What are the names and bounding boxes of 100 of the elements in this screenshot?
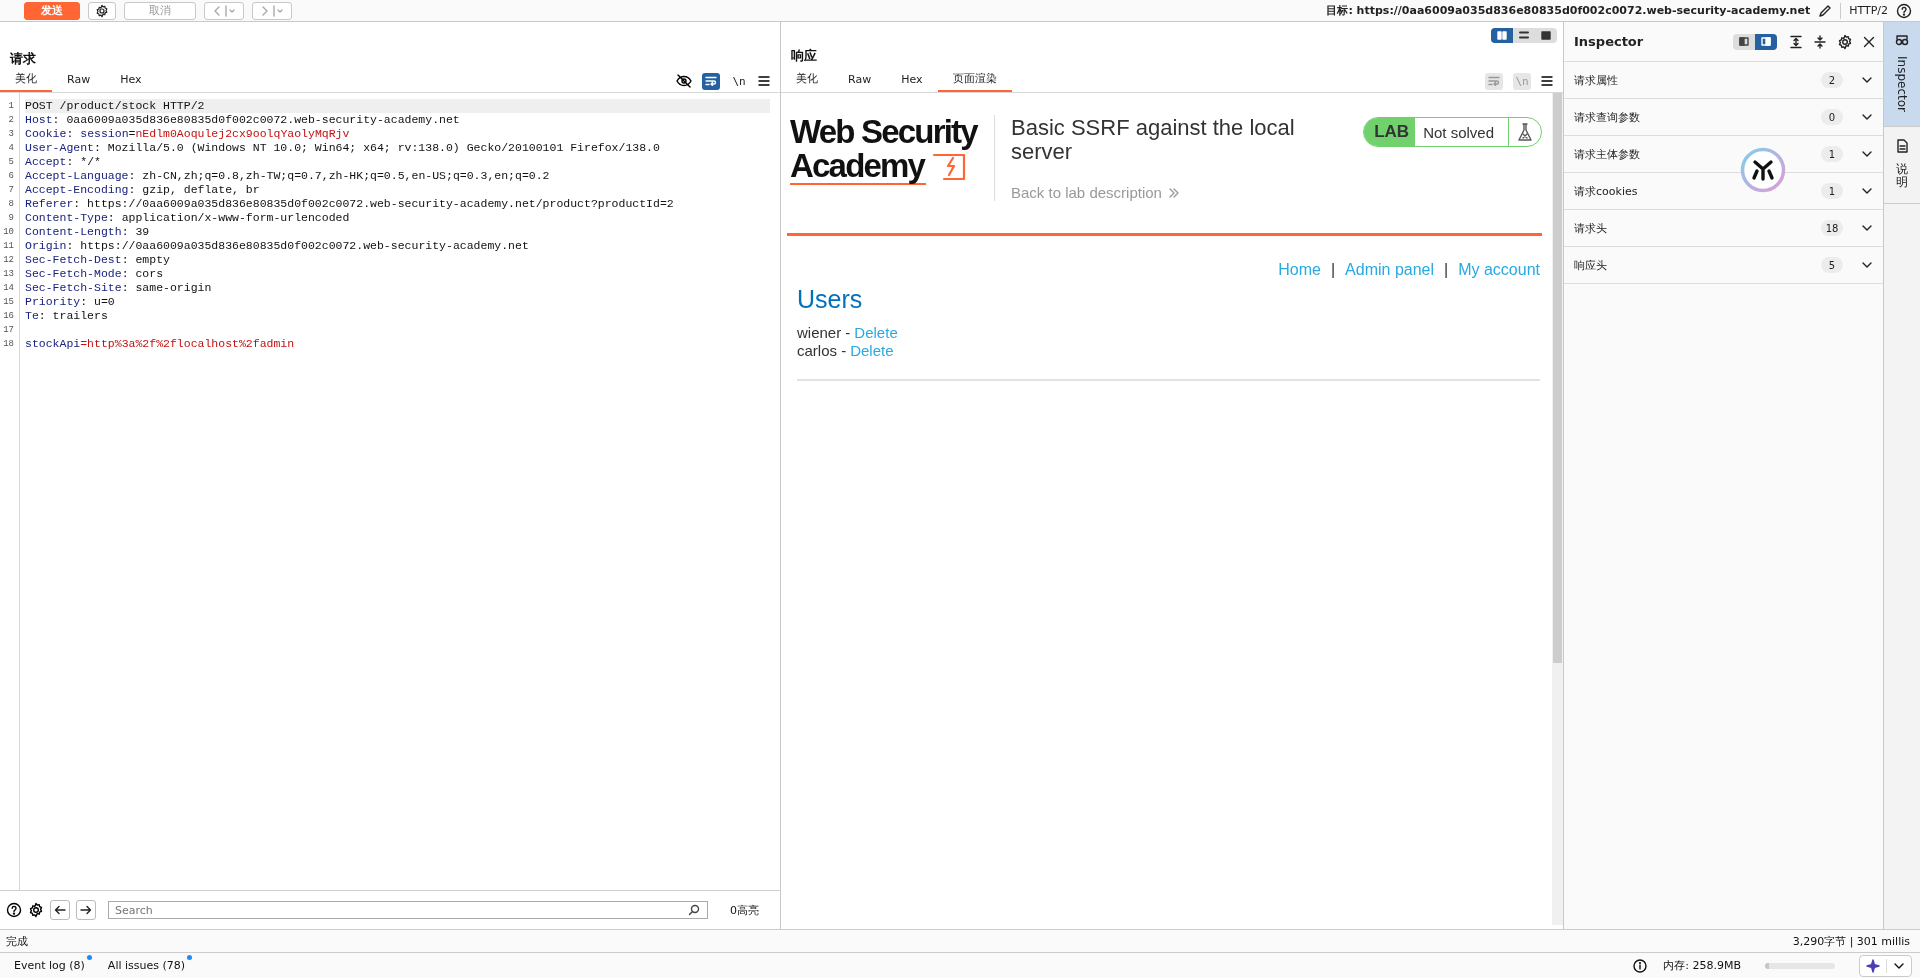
scrollbar[interactable]	[1552, 93, 1563, 925]
line-number: 18	[2, 338, 15, 351]
code-line: Sec-Fetch-Site: same-origin	[25, 281, 213, 295]
layout-toggle[interactable]	[1491, 28, 1513, 43]
section-label: 请求cookies	[1574, 183, 1639, 199]
bottom-tab[interactable]: All issues (78)	[107, 959, 186, 972]
previous-button[interactable]	[50, 900, 70, 920]
pencil-icon[interactable]	[1818, 3, 1833, 18]
tab[interactable]: 美化	[0, 71, 52, 92]
eye-off-icon[interactable]	[676, 74, 692, 88]
section-label: 请求头	[1574, 220, 1608, 236]
line-number: 9	[7, 212, 15, 225]
section-label: 请求属性	[1574, 72, 1619, 88]
count-badge: 5	[1821, 257, 1843, 273]
side-tab[interactable]: 说明	[1884, 127, 1920, 205]
panel-right-icon	[1761, 37, 1771, 46]
count-badge: 2	[1821, 72, 1843, 88]
close-icon[interactable]	[1863, 35, 1875, 48]
user-name: wiener -	[797, 324, 851, 342]
code-line: Host: 0aa6009a035d836e80835d0f002c0072.web-security-academy.net	[25, 113, 461, 127]
count-badge: 1	[1821, 146, 1843, 162]
search-field[interactable]: Search	[108, 901, 708, 919]
code-line: Cookie: session=nEdlm0Aoqulej2cx9oolqYaolyMqRjv	[25, 127, 351, 141]
code-line: Accept-Encoding: gzip, deflate, br	[25, 183, 261, 197]
view-toggle[interactable]	[1755, 33, 1777, 50]
settings-icon[interactable]	[1837, 33, 1853, 50]
panel-left-icon	[1739, 37, 1749, 46]
tab[interactable]: 页面渲染	[937, 71, 1012, 92]
code-line: Accept: */*	[25, 155, 102, 169]
inspector-section[interactable]: 请求查询参数 0	[1564, 99, 1883, 136]
wrap-button[interactable]	[702, 72, 720, 90]
code-line: Te: trailers	[25, 309, 109, 323]
arrow-right-icon	[80, 904, 92, 916]
lab-title: Basic SSRF against the local server	[1011, 116, 1296, 164]
code-line: Priority: u=0	[25, 295, 116, 309]
code-line: Referer: https://0aa6009a035d836e80835d0f002c0072.web-security-academy.net/product?productId=2	[25, 197, 675, 211]
line-number: 16	[2, 310, 15, 323]
panel-title: 响应	[791, 47, 817, 65]
lightning-box-icon	[932, 151, 967, 181]
section-label: 请求查询参数	[1574, 109, 1641, 125]
collapse-all-icon[interactable]	[1813, 34, 1827, 49]
inspector-section[interactable]: 请求属性 2	[1564, 62, 1883, 99]
target-url: 目标: https://0aa6009a035d836e80835d0f002c0072.web-security-academy.net	[1326, 3, 1811, 18]
rows-icon	[1519, 31, 1529, 40]
menu-icon[interactable]	[758, 76, 770, 86]
code-line: Content-Type: application/x-www-form-urlencoded	[25, 211, 351, 225]
count-badge: 18	[1821, 220, 1843, 236]
ai-button[interactable]	[1859, 954, 1912, 977]
line-number: 1	[7, 100, 15, 113]
protocol-label: HTTP/2	[1849, 4, 1888, 17]
line-number: 15	[2, 296, 15, 309]
inspector-section[interactable]: 请求头 18	[1564, 210, 1883, 247]
line-number: 13	[2, 268, 15, 281]
logo-text: Academy	[790, 149, 927, 185]
settings-button[interactable]	[88, 1, 116, 20]
menu-icon[interactable]	[1541, 76, 1553, 86]
lab-status: Not solved	[1415, 118, 1509, 146]
line-number: 7	[7, 184, 15, 197]
nav-separator: |	[1444, 261, 1449, 279]
tab[interactable]: Hex	[886, 73, 938, 92]
inspector-section[interactable]: 响应头 5	[1564, 247, 1883, 284]
arrow-left-icon	[54, 904, 66, 916]
code-line: Content-Length: 39	[25, 225, 151, 239]
section-label: 响应头	[1574, 257, 1608, 273]
help-icon[interactable]	[1896, 2, 1912, 19]
memory-usage: 内存: 258.9MB	[1663, 958, 1741, 973]
line-number: 4	[7, 142, 15, 155]
lab-label: LAB	[1364, 118, 1416, 146]
tab[interactable]: Raw	[52, 73, 106, 92]
flask-icon	[1517, 122, 1533, 142]
line-number: 2	[7, 114, 15, 127]
expand-all-icon[interactable]	[1789, 34, 1803, 49]
help-icon[interactable]	[6, 902, 22, 918]
line-number: 11	[2, 240, 15, 253]
count-badge: 0	[1821, 109, 1843, 125]
code-line: Sec-Fetch-Mode: cors	[25, 267, 165, 281]
line-number: 8	[7, 198, 15, 211]
tab[interactable]: Raw	[833, 73, 887, 92]
tab[interactable]: Hex	[105, 73, 157, 92]
code-line: stockApi=http%3a%2f%2flocalhost%2fadmin	[25, 337, 296, 351]
next-button[interactable]	[76, 900, 96, 920]
side-tab[interactable]: Inspector	[1884, 22, 1920, 127]
section-label: 请求主体参数	[1574, 146, 1641, 162]
response-stats: 3,290字节 | 301 millis	[1792, 933, 1910, 949]
highlight-count: 0高亮	[730, 902, 759, 918]
tab[interactable]: 美化	[781, 71, 833, 92]
newline-toggle[interactable]: \n	[730, 72, 748, 90]
line-number: 17	[2, 324, 15, 337]
count-badge: 1	[1821, 183, 1843, 199]
document-icon	[1896, 139, 1908, 153]
settings-icon[interactable]	[28, 902, 44, 918]
nav-separator: |	[1330, 261, 1336, 279]
line-number: 6	[7, 170, 15, 183]
double-chevron-icon	[1167, 186, 1180, 199]
columns-icon	[1497, 31, 1507, 40]
info-icon[interactable]	[1633, 958, 1648, 973]
bottom-tab[interactable]: Event log (8)	[14, 959, 85, 972]
settings-icon	[95, 3, 109, 18]
ring-logo-icon[interactable]	[1740, 147, 1786, 193]
status-text: 完成	[6, 933, 28, 949]
